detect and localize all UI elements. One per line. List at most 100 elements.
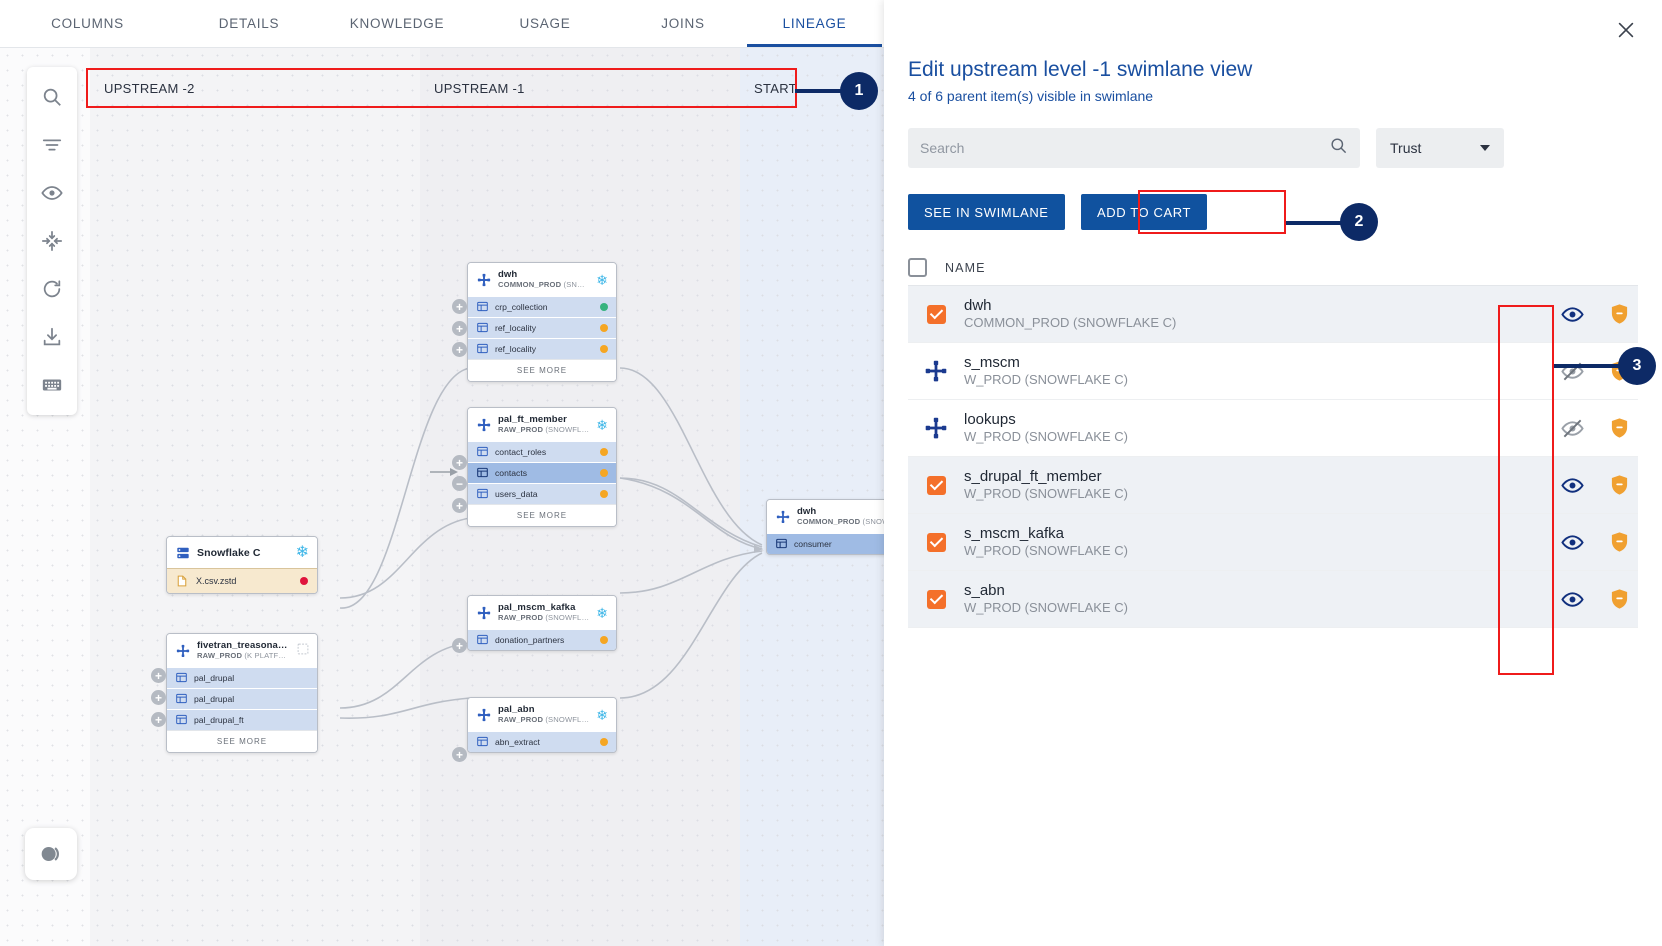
table-row[interactable]: s_abn W_PROD (SNOWFLAKE C) <box>908 571 1638 628</box>
status-dot <box>600 302 608 311</box>
eye-visible-icon[interactable] <box>1544 588 1600 611</box>
see-more-button[interactable]: SEE MORE <box>167 729 317 752</box>
tab-lineage[interactable]: LINEAGE <box>747 0 882 47</box>
tab-label: USAGE <box>519 16 571 31</box>
see-more-button[interactable]: SEE MORE <box>468 358 616 381</box>
expand-column-button[interactable]: + <box>452 747 467 762</box>
row-checkbox[interactable] <box>926 589 946 609</box>
table-icon <box>176 673 187 683</box>
lineage-node-fivetran[interactable]: fivetran_treasonable_trifocals… RAW_PROD… <box>166 633 318 753</box>
row-checkbox-cell[interactable] <box>908 589 964 609</box>
lineage-node-pal-abn[interactable]: pal_abn RAW_PROD (SNOWFLAKE C) ❄ abn_ext… <box>467 697 617 753</box>
table-header: NAME <box>908 250 1638 286</box>
close-icon[interactable] <box>1612 16 1640 44</box>
snowflake-icon: ❄ <box>596 416 608 433</box>
placeholder-icon <box>297 642 309 660</box>
lineage-node-pal-mscm-kafka[interactable]: pal_mscm_kafka RAW_PROD (SNOWFLAKE C) ❄ … <box>467 595 617 651</box>
row-name: s_abn <box>964 581 1005 599</box>
node-schema: COMMON_PROD <box>498 280 562 289</box>
row-checkbox[interactable] <box>926 304 946 324</box>
expand-column-button[interactable]: + <box>452 342 467 357</box>
row-checkbox[interactable] <box>926 532 946 552</box>
chevron-down-icon <box>1480 145 1490 151</box>
eye-hidden-icon[interactable] <box>1544 417 1600 440</box>
node-column-row[interactable]: crp_collection <box>468 295 616 317</box>
lineage-node-icon <box>477 273 491 287</box>
node-source: (SNOWFLAKE C) <box>545 425 589 434</box>
expand-column-button[interactable]: + <box>151 668 166 683</box>
snowflake-icon: ❄ <box>596 604 608 621</box>
row-checkbox-cell[interactable] <box>908 304 964 324</box>
column-name: contacts <box>495 467 528 478</box>
search-icon[interactable] <box>27 73 77 121</box>
node-file-row[interactable]: X.csv.zstd <box>167 568 317 593</box>
node-column-row-selected[interactable]: contacts <box>468 461 616 483</box>
filter-icon[interactable] <box>27 121 77 169</box>
see-more-button[interactable]: SEE MORE <box>468 503 616 526</box>
node-column-row[interactable]: donation_partners <box>468 628 616 650</box>
row-name: dwh <box>964 296 992 314</box>
table-icon <box>176 715 187 725</box>
lineage-node-icon <box>925 417 947 439</box>
expand-column-button[interactable]: + <box>452 638 467 653</box>
lineage-node-icon <box>477 418 491 432</box>
node-header: pal_mscm_kafka RAW_PROD (SNOWFLAKE C) ❄ <box>468 596 616 629</box>
table-icon <box>477 344 488 354</box>
search-field[interactable] <box>908 128 1360 168</box>
row-checkbox-cell[interactable] <box>908 532 964 552</box>
tab-columns[interactable]: COLUMNS <box>0 0 175 47</box>
lineage-node-snowflake-c[interactable]: Snowflake C ❄ X.csv.zstd <box>166 536 318 594</box>
eye-visible-icon[interactable] <box>1544 474 1600 497</box>
tab-usage[interactable]: USAGE <box>471 0 619 47</box>
node-column-row[interactable]: users_data <box>468 482 616 504</box>
node-column-row[interactable]: pal_drupal <box>167 687 317 709</box>
search-input[interactable] <box>920 140 1329 156</box>
table-row[interactable]: s_mscm_kafka W_PROD (SNOWFLAKE C) <box>908 514 1638 571</box>
eye-icon[interactable] <box>27 169 77 217</box>
add-to-cart-button[interactable]: ADD TO CART <box>1081 194 1208 230</box>
node-header: dwh COMMON_PROD (SNOWFLAKE C) ❄ <box>468 263 616 296</box>
row-checkbox-cell[interactable] <box>908 475 964 495</box>
callout-2: 2 <box>1340 203 1378 241</box>
row-checkbox[interactable] <box>926 475 946 495</box>
node-column-row[interactable]: pal_drupal_ft <box>167 708 317 730</box>
minimap-toggle-button[interactable] <box>25 828 77 880</box>
expand-column-button[interactable]: + <box>452 455 467 470</box>
table-row[interactable]: dwh COMMON_PROD (SNOWFLAKE C) <box>908 286 1638 343</box>
download-icon[interactable] <box>27 313 77 361</box>
node-column-row[interactable]: ref_locality <box>468 316 616 338</box>
see-in-swimlane-button[interactable]: SEE IN SWIMLANE <box>908 194 1065 230</box>
refresh-icon[interactable] <box>27 265 77 313</box>
table-row[interactable]: s_drupal_ft_member W_PROD (SNOWFLAKE C) <box>908 457 1638 514</box>
table-icon <box>477 635 488 645</box>
expand-column-button[interactable]: + <box>452 321 467 336</box>
keyboard-icon[interactable] <box>27 361 77 409</box>
table-row[interactable]: s_mscm W_PROD (SNOWFLAKE C) <box>908 343 1638 400</box>
lineage-node-dwh-upstream[interactable]: dwh COMMON_PROD (SNOWFLAKE C) ❄ crp_coll… <box>467 262 617 382</box>
eye-visible-icon[interactable] <box>1544 303 1600 326</box>
expand-column-button[interactable]: + <box>151 712 166 727</box>
node-column-row[interactable]: abn_extract <box>468 730 616 752</box>
node-column-row[interactable]: ref_locality <box>468 337 616 359</box>
tab-joins[interactable]: JOINS <box>619 0 747 47</box>
collapse-column-button[interactable]: − <box>452 476 467 491</box>
lineage-node-icon <box>176 644 190 658</box>
trust-filter-select[interactable]: Trust <box>1376 128 1504 168</box>
eye-visible-icon[interactable] <box>1544 531 1600 554</box>
eye-hidden-icon[interactable] <box>1544 360 1600 383</box>
row-name: lookups <box>964 410 1016 428</box>
tab-details[interactable]: DETAILS <box>175 0 323 47</box>
node-column-row[interactable]: contact_roles <box>468 440 616 462</box>
row-name: s_mscm <box>964 353 1020 371</box>
select-all-checkbox[interactable] <box>908 258 927 277</box>
fit-to-screen-icon[interactable] <box>27 217 77 265</box>
expand-column-button[interactable]: + <box>452 498 467 513</box>
table-row[interactable]: lookups W_PROD (SNOWFLAKE C) <box>908 400 1638 457</box>
tab-knowledge[interactable]: KNOWLEDGE <box>323 0 471 47</box>
node-column-row[interactable]: pal_drupal <box>167 666 317 688</box>
column-name: contact_roles <box>495 446 547 457</box>
row-lineage-icon-cell <box>908 360 964 382</box>
expand-column-button[interactable]: + <box>151 690 166 705</box>
lineage-node-pal-ft-member[interactable]: pal_ft_member RAW_PROD (SNOWFLAKE C) ❄ c… <box>467 407 617 527</box>
expand-column-button[interactable]: + <box>452 299 467 314</box>
